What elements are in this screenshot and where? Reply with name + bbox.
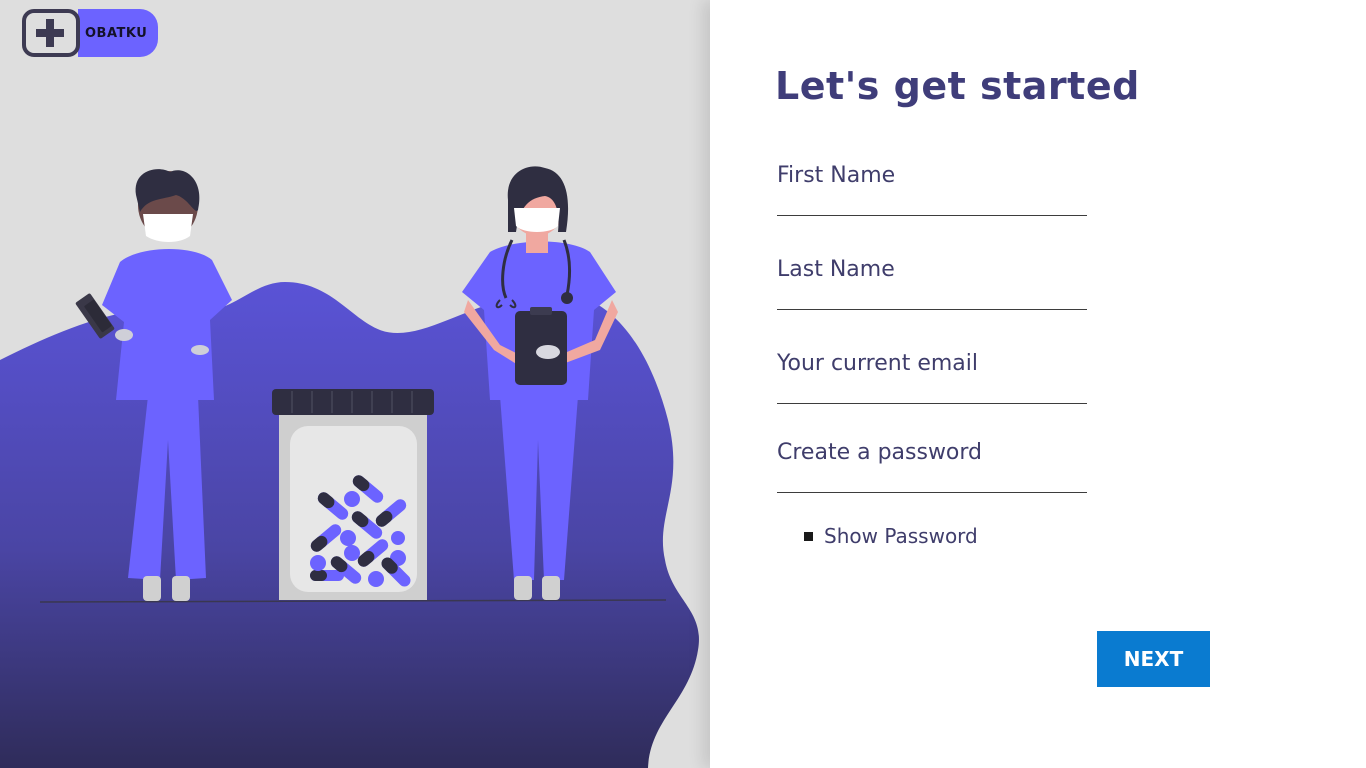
brand-logo[interactable]: OBATKU (22, 9, 159, 57)
email-group: Your current email (777, 351, 1087, 404)
email-label: Your current email (777, 351, 978, 376)
last-name-input[interactable] (777, 286, 1087, 310)
first-name-group: First Name (777, 163, 1087, 216)
email-input[interactable] (777, 380, 1087, 404)
first-name-input[interactable] (777, 192, 1087, 216)
illustration-panel: OBATKU (0, 0, 710, 768)
logo-pill: OBATKU (78, 9, 159, 57)
medical-illustration (0, 166, 699, 768)
first-name-label: First Name (777, 163, 896, 188)
password-label: Create a password (777, 440, 983, 465)
show-password-label: Show Password (824, 524, 978, 548)
show-password-toggle[interactable]: Show Password (804, 524, 978, 548)
signup-panel: Let's get started First Name Last Name Y… (710, 0, 1366, 768)
last-name-label: Last Name (777, 257, 895, 282)
password-input[interactable] (777, 469, 1087, 493)
plus-icon (22, 9, 80, 57)
password-group: Create a password (777, 440, 1087, 493)
logo-text: OBATKU (85, 25, 148, 41)
next-button[interactable]: NEXT (1097, 631, 1210, 687)
pill-jar (272, 389, 434, 600)
last-name-group: Last Name (777, 257, 1087, 310)
show-password-checkbox[interactable] (804, 531, 813, 541)
page-title: Let's get started (775, 64, 1140, 108)
